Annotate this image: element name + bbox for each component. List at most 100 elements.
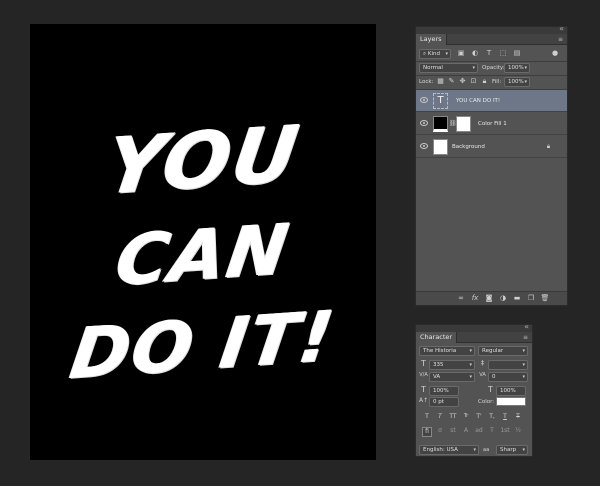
baseline-shift-value: 0 pt (433, 399, 444, 405)
kerning-field[interactable]: VA ▾ (429, 372, 475, 382)
type-style-buttons: T T TT Tr T' T, T T (422, 413, 528, 422)
opacity-label: Opacity: (482, 65, 505, 71)
eye-icon[interactable] (420, 143, 428, 149)
divider (416, 75, 567, 76)
canvas-text-line-2: CAN (111, 208, 295, 302)
adjustment-layer-icon[interactable]: ◑ (498, 294, 508, 303)
strikethrough-button[interactable]: T (513, 413, 523, 420)
opacity-value: 100% (508, 65, 524, 71)
stylistic-alternates-button[interactable]: A (461, 427, 471, 434)
collapse-icon[interactable]: « (559, 24, 564, 33)
font-size-field[interactable]: 335 ▾ (429, 360, 475, 370)
opacity-field[interactable]: 100% ▾ (504, 63, 530, 73)
link-chain-icon[interactable]: ⛓︎ (449, 119, 457, 128)
chevron-down-icon: ▾ (469, 348, 472, 354)
filter-type-icon[interactable]: T (484, 49, 494, 58)
layer-row-text[interactable]: T YOU CAN DO IT! (416, 90, 567, 112)
tracking-field[interactable]: 0 ▾ (488, 372, 528, 382)
color-label: Color: (478, 399, 495, 405)
leading-icon: ‡ (480, 359, 485, 367)
ordinals-alt-button[interactable]: T (487, 427, 497, 434)
background-thumb-icon (433, 139, 448, 155)
chevron-down-icon: ▾ (524, 65, 527, 71)
collapse-icon[interactable]: « (524, 322, 529, 331)
lock-transparent-icon[interactable]: ▦ (436, 77, 445, 86)
layer-name[interactable]: YOU CAN DO IT! (456, 97, 500, 105)
filter-toggle-icon[interactable]: ● (550, 49, 560, 58)
tab-character[interactable]: Character (416, 332, 458, 343)
color-swatch[interactable] (496, 397, 526, 406)
layers-tab-bar: Layers ≡ (416, 34, 567, 45)
lock-artboard-icon[interactable]: ⊡ (469, 77, 478, 86)
document-canvas[interactable]: YOU CAN DO IT! (30, 24, 376, 460)
chevron-down-icon: ▾ (469, 362, 472, 368)
antialias-select[interactable]: Sharp ▾ (496, 445, 528, 455)
layer-name[interactable]: Background (452, 143, 485, 151)
link-layers-icon[interactable]: ∞ (456, 294, 466, 303)
lock-position-icon[interactable]: ✥ (458, 77, 467, 86)
eye-icon[interactable] (420, 97, 428, 103)
chevron-down-icon: ▾ (469, 374, 472, 380)
horizontal-scale-field[interactable]: 100% (496, 386, 526, 396)
swash-button[interactable]: st (448, 427, 458, 434)
ligatures-button[interactable]: fi (422, 427, 432, 437)
small-caps-button[interactable]: Tr (461, 413, 471, 419)
underline-button[interactable]: T (500, 413, 510, 420)
lock-icon: 🔒︎ (546, 143, 551, 150)
filter-shape-icon[interactable]: ⬚ (498, 49, 508, 58)
chevron-down-icon: ▾ (445, 51, 448, 57)
fractions-button[interactable]: ½ (513, 427, 523, 434)
faux-bold-button[interactable]: T (422, 413, 432, 420)
vertical-scale-icon: T (421, 385, 426, 394)
fill-field[interactable]: 100% ▾ (504, 77, 530, 87)
group-folder-icon[interactable]: ▬ (512, 294, 522, 303)
panel-menu-icon[interactable]: ≡ (523, 334, 528, 341)
horizontal-scale-icon: T (488, 385, 493, 394)
chevron-down-icon: ▾ (522, 447, 525, 453)
layer-row-background[interactable]: Background 🔒︎ (416, 136, 567, 158)
filter-kind-select[interactable]: ⌕ Kind ▾ (419, 49, 451, 59)
all-caps-button[interactable]: TT (448, 413, 458, 420)
font-style-select[interactable]: Regular ▾ (478, 346, 528, 356)
fill-label: Fill: (492, 79, 502, 85)
tracking-icon: VA (479, 372, 486, 378)
faux-italic-button[interactable]: T (435, 413, 445, 420)
eye-icon[interactable] (420, 120, 428, 126)
kerning-icon: V/A (419, 372, 428, 378)
subscript-button[interactable]: T, (487, 413, 497, 420)
horizontal-scale-value: 100% (500, 388, 516, 394)
antialias-icon: aa (483, 447, 490, 453)
font-family-select[interactable]: The Historia ▾ (419, 346, 475, 356)
layer-row-color-fill[interactable]: ⛓︎ Color Fill 1 (416, 113, 567, 135)
titling-alternates-button[interactable]: ad (474, 427, 484, 434)
filter-smart-object-icon[interactable]: ▤ (512, 49, 522, 58)
panel-menu-icon[interactable]: ≡ (558, 36, 563, 43)
lock-all-icon[interactable]: 🔒︎ (480, 77, 489, 86)
layer-name[interactable]: Color Fill 1 (478, 120, 507, 128)
font-style-value: Regular (482, 348, 504, 354)
add-mask-icon[interactable]: ◙ (484, 294, 494, 303)
superscript-button[interactable]: T' (474, 413, 484, 420)
trash-icon[interactable]: 🗑︎ (540, 294, 550, 303)
new-layer-icon[interactable]: ❐ (526, 294, 536, 303)
filter-adjustment-icon[interactable]: ◐ (470, 49, 480, 58)
fx-icon[interactable]: fx (470, 294, 480, 303)
blend-mode-select[interactable]: Normal ▾ (419, 63, 478, 73)
panel-header-strip: « (416, 24, 567, 34)
antialias-value: Sharp (500, 447, 517, 453)
language-select[interactable]: English: USA ▾ (419, 445, 479, 455)
mask-thumb-icon (456, 116, 471, 132)
tracking-value: 0 (492, 374, 496, 380)
discretionary-ligatures-button[interactable]: ơ (435, 427, 445, 434)
tab-layers[interactable]: Layers (416, 34, 447, 45)
filter-pixel-icon[interactable]: ▣ (456, 49, 466, 58)
font-family-value: The Historia (423, 348, 457, 354)
leading-field[interactable]: ▾ (488, 360, 528, 370)
ordinals-button[interactable]: 1st (500, 427, 510, 434)
filter-kind-label: Kind (427, 51, 440, 57)
baseline-shift-icon: A↑ (419, 397, 429, 404)
fill-thumb-icon (433, 116, 448, 132)
baseline-shift-field[interactable]: 0 pt (429, 397, 459, 407)
vertical-scale-field[interactable]: 100% (429, 386, 459, 396)
lock-image-icon[interactable]: ✎ (447, 77, 456, 86)
